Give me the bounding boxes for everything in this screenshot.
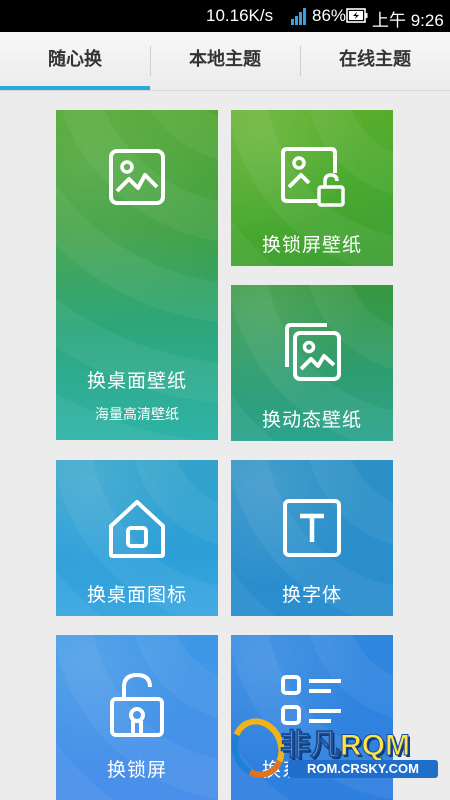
watermark-url: ROM.CRSKY.COM <box>288 760 438 778</box>
battery-percent: 86% <box>312 6 347 25</box>
tile-desktop-icons[interactable]: 换桌面图标 <box>56 460 218 616</box>
battery-icon <box>346 8 368 23</box>
watermark-logo: 非凡RQM ROM.CRSKY.COM <box>223 710 450 796</box>
status-bar: 10.16K/s 86% 上午 9:26 <box>0 0 450 32</box>
text-icon <box>283 499 341 557</box>
network-speed: 10.16K/s <box>206 6 274 25</box>
tile-label: 换锁屏 <box>106 759 167 781</box>
watermark-brand: 非凡RQM <box>280 729 411 763</box>
tile-lock-screen[interactable]: 换锁屏 <box>56 635 218 800</box>
tab-suixinhuan[interactable]: 随心换 <box>0 32 150 90</box>
active-tab-indicator <box>0 86 150 90</box>
tile-label: 换动态壁纸 <box>261 409 362 431</box>
tile-font[interactable]: 换字体 <box>231 460 393 616</box>
clock: 上午 9:26 <box>372 11 444 30</box>
image-lock-icon <box>281 147 345 207</box>
tile-label: 换字体 <box>281 584 342 606</box>
tab-label: 随心换 <box>48 49 102 70</box>
tab-label: 本地主题 <box>189 49 261 70</box>
tab-label: 在线主题 <box>339 49 411 70</box>
tile-label: 换桌面壁纸 <box>86 370 187 392</box>
signal-icon <box>291 8 306 25</box>
tab-local-themes[interactable]: 本地主题 <box>150 32 300 90</box>
tile-desktop-wallpaper[interactable]: 换桌面壁纸 海量高清壁纸 <box>56 110 218 440</box>
home-icon <box>109 500 165 558</box>
tile-label: 换锁屏壁纸 <box>261 234 362 256</box>
image-icon <box>109 149 165 205</box>
image-stack-icon <box>285 323 341 381</box>
tab-bar: 随心换 本地主题 在线主题 <box>0 32 450 91</box>
unlock-icon <box>110 672 164 737</box>
tile-sublabel: 海量高清壁纸 <box>95 407 179 423</box>
tile-lock-wallpaper[interactable]: 换锁屏壁纸 <box>231 110 393 266</box>
tile-live-wallpaper[interactable]: 换动态壁纸 <box>231 285 393 441</box>
tab-online-themes[interactable]: 在线主题 <box>300 32 450 90</box>
tile-label: 换桌面图标 <box>86 584 187 606</box>
